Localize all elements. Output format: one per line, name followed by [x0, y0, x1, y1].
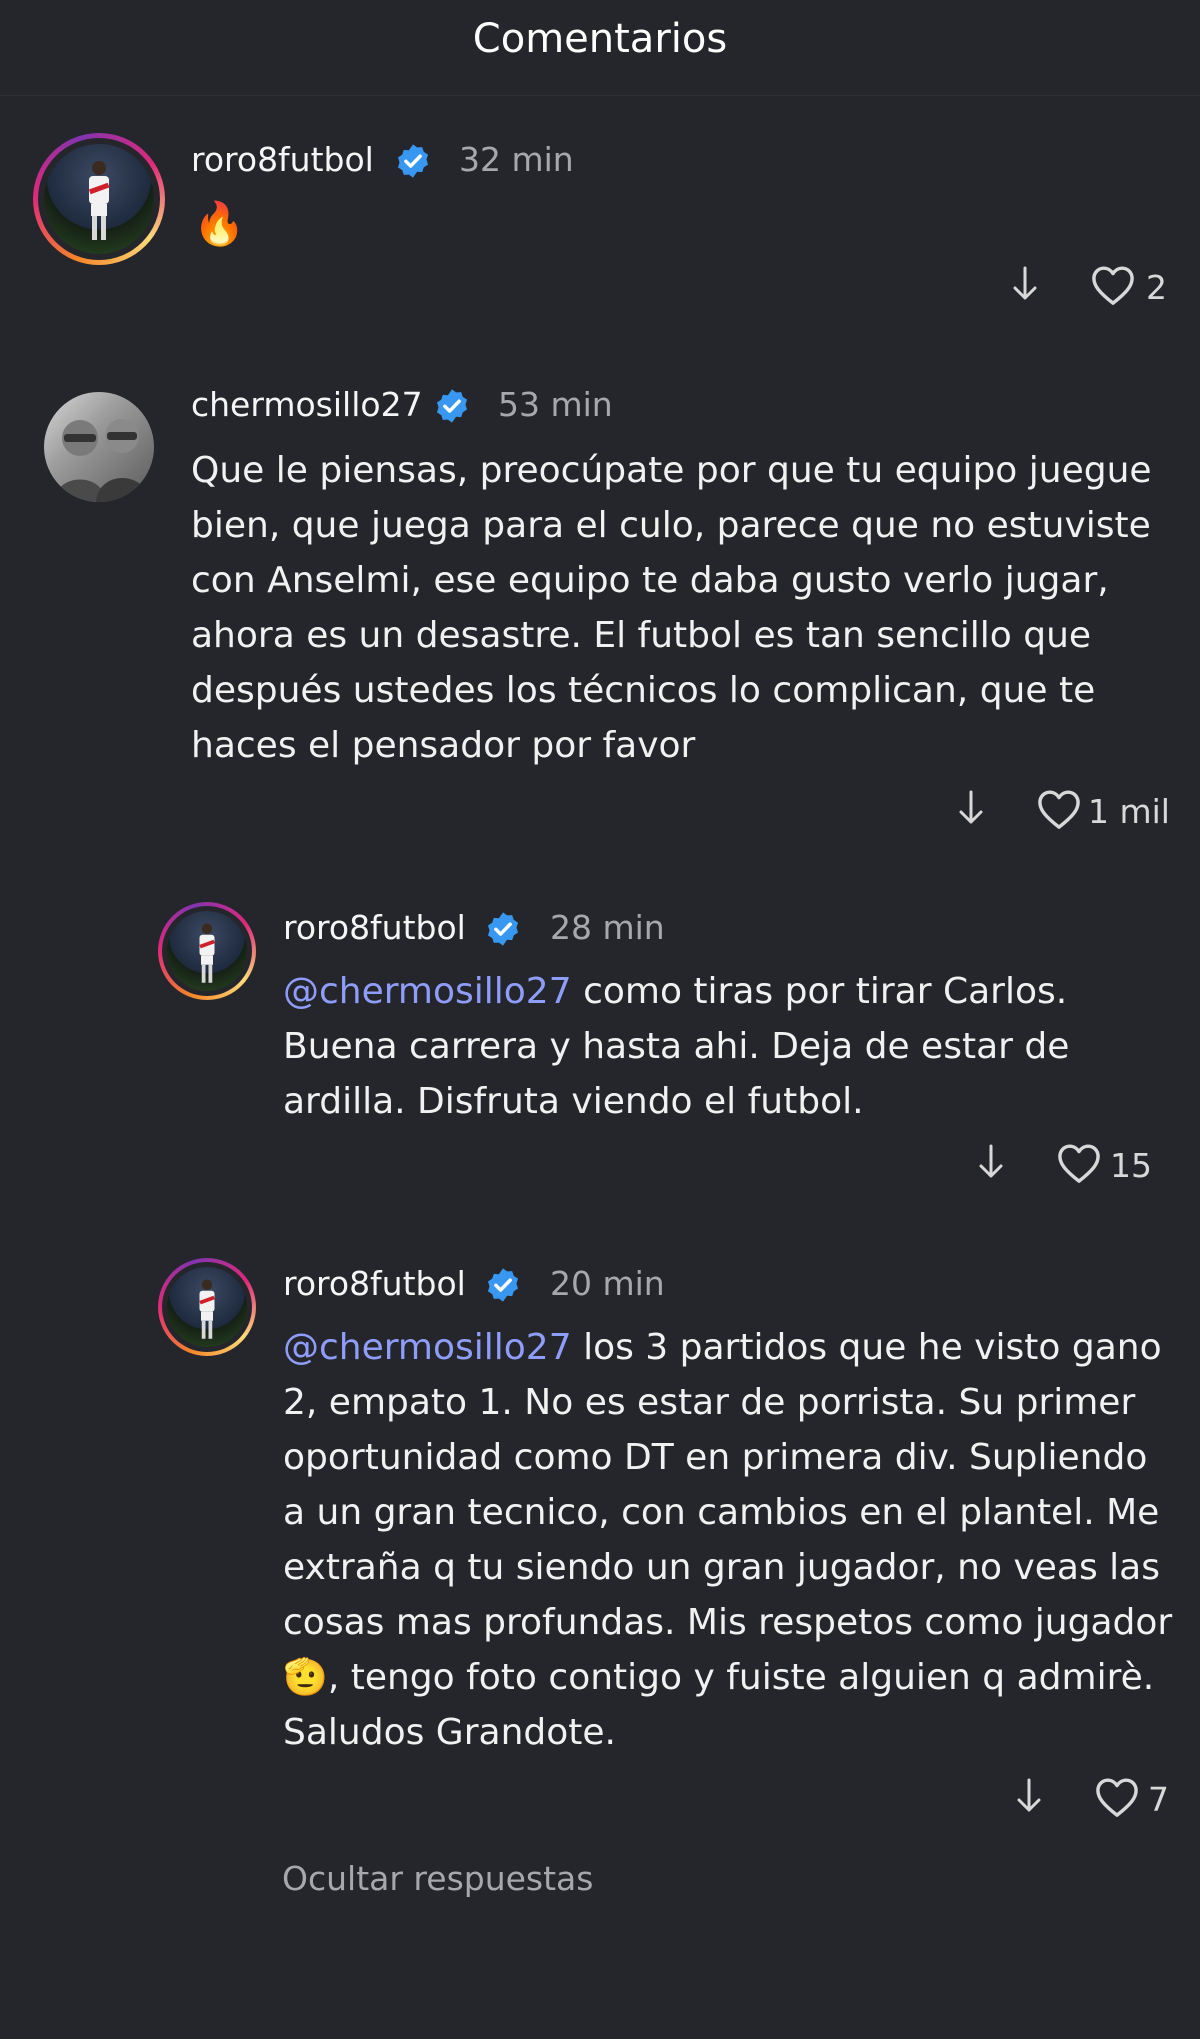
avatar[interactable] — [44, 392, 154, 502]
heart-outline-icon[interactable] — [1056, 1142, 1102, 1184]
comment-actions: 1 mil — [956, 788, 1170, 836]
comment-username[interactable]: chermosillo27 — [191, 385, 423, 424]
like-count: 1 mil — [1088, 792, 1170, 831]
like-count: 7 — [1148, 1780, 1169, 1819]
comment-actions: 7 — [1014, 1776, 1170, 1824]
comment-username[interactable]: roro8futbol — [283, 908, 466, 947]
avatar[interactable] — [33, 133, 165, 265]
verified-badge-icon — [487, 912, 519, 946]
comment-time: 20 min — [550, 1264, 665, 1303]
arrow-down-icon[interactable] — [1010, 264, 1040, 304]
comment-actions: 15 — [976, 1142, 1170, 1190]
comment-actions: 2 — [1010, 264, 1170, 312]
heart-outline-icon[interactable] — [1094, 1776, 1140, 1818]
heart-outline-icon[interactable] — [1036, 788, 1082, 830]
mention-link[interactable]: @chermosillo27 — [283, 971, 572, 1012]
heart-outline-icon[interactable] — [1090, 264, 1136, 306]
comment-time: 53 min — [498, 385, 613, 424]
verified-badge-icon — [487, 1268, 519, 1302]
arrow-down-icon[interactable] — [956, 788, 986, 828]
comment-text: @chermosillo27 los 3 partidos que he vis… — [283, 1320, 1173, 1760]
verified-badge-icon — [436, 389, 468, 423]
arrow-down-icon[interactable] — [976, 1142, 1006, 1182]
comment-time: 32 min — [459, 140, 574, 179]
comment-body: los 3 partidos que he visto gano 2, empa… — [283, 1327, 1173, 1753]
comment-time: 28 min — [550, 908, 665, 947]
verified-badge-icon — [397, 144, 429, 178]
mention-link[interactable]: @chermosillo27 — [283, 1327, 572, 1368]
avatar[interactable] — [158, 902, 256, 1000]
like-count: 15 — [1110, 1146, 1152, 1185]
comment-text: @chermosillo27 como tiras por tirar Carl… — [283, 964, 1173, 1129]
header-title: Comentarios — [472, 16, 728, 62]
comments-header: Comentarios — [0, 0, 1200, 96]
comment-text: 🔥 — [193, 199, 246, 248]
like-count: 2 — [1146, 268, 1167, 307]
arrow-down-icon[interactable] — [1014, 1776, 1044, 1816]
comment-username[interactable]: roro8futbol — [283, 1264, 466, 1303]
comment-username[interactable]: roro8futbol — [191, 140, 374, 179]
comment-text: Que le piensas, preocúpate por que tu eq… — [191, 450, 1152, 766]
hide-replies-button[interactable]: Ocultar respuestas — [282, 1859, 593, 1898]
avatar[interactable] — [158, 1258, 256, 1356]
